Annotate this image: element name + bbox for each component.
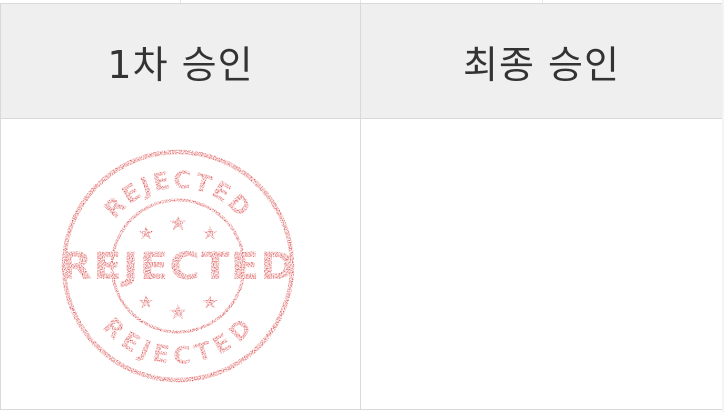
rejected-stamp-graphic: REJECTED REJECTED REJECTED [60, 149, 296, 383]
stamp-top-arc-text: REJECTED [98, 166, 257, 224]
first-approval-header[interactable]: 1차 승인 [0, 3, 361, 119]
approval-sheet: 1차 승인 최종 승인 REJECTED REJECTED REJECTED [0, 0, 724, 412]
stamp-center-text: REJECTED [60, 245, 296, 288]
stamp-stars-top [138, 215, 217, 240]
stamp-row: REJECTED REJECTED REJECTED [0, 118, 723, 410]
stamp-bottom-arc-text: REJECTED [97, 312, 258, 370]
rejected-stamp-icon: REJECTED REJECTED REJECTED [58, 146, 298, 386]
final-approval-header[interactable]: 최종 승인 [360, 3, 723, 119]
first-approval-cell[interactable]: REJECTED REJECTED REJECTED [0, 118, 361, 410]
final-approval-cell[interactable] [360, 118, 723, 410]
stamp-stars-bottom [138, 295, 217, 320]
approval-table: 1차 승인 최종 승인 REJECTED REJECTED REJECTED [0, 3, 723, 410]
header-row: 1차 승인 최종 승인 [0, 3, 723, 119]
